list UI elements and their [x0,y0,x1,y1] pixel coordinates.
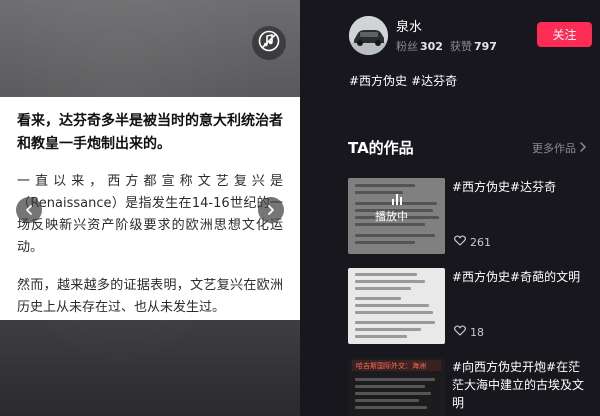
like-count: 18 [470,325,484,339]
thumbnail-caption: 哈吉斯国际外交：海洲 [356,362,426,370]
heart-icon [454,235,470,249]
work-thumbnail: 播放中 [348,178,445,254]
more-works-label: 更多作品 [532,142,576,155]
more-works-link[interactable]: 更多作品 [532,140,587,156]
document-paragraph: 一直以来，西方都宣称文艺复兴是（Renaissance）是指发生在14-16世纪… [17,174,283,255]
chevron-right-icon [576,141,587,155]
document-heading: 看来，达芬奇多半是被当时的意大利统治者和教皇一手炮制出来的。 [17,113,283,152]
speaker-muted-icon [258,30,280,56]
mute-button[interactable] [252,26,286,60]
fans-count: 302 [420,40,443,53]
work-title: #向西方伪史开炮#在茫茫大海中建立的古埃及文明 [452,360,585,410]
works-section-title: TA的作品 [348,139,414,157]
like-count: 261 [470,235,491,249]
follow-button[interactable]: 关注 [537,22,592,47]
work-title: #西方伪史#达芬奇 [452,180,557,194]
car-avatar-icon [349,16,388,55]
playing-bars-icon [392,194,402,205]
fans-label: 粉丝 [396,40,418,53]
work-item[interactable]: 播放中 #西方伪史#达芬奇 261 [348,178,592,254]
heart-icon [454,325,470,339]
chevron-left-icon [23,201,35,220]
likes-count: 797 [473,40,497,53]
work-title: #西方伪史#奇葩的文明 [452,270,581,284]
video-player[interactable]: 看来，达芬奇多半是被当时的意大利统治者和教皇一手炮制出来的。 一直以来，西方都宣… [0,0,300,416]
video-frame-document: 看来，达芬奇多半是被当时的意大利统治者和教皇一手炮制出来的。 一直以来，西方都宣… [0,97,300,320]
work-item[interactable]: #西方伪史#奇葩的文明 18 [348,268,592,344]
work-thumbnail [348,268,445,344]
work-item[interactable]: 哈吉斯国际外交：海洲 #向西方伪史开炮#在茫茫大海中建立的古埃及文明 [348,358,592,416]
playing-status: 播放中 [375,210,408,223]
likes-label: 获赞 [449,40,472,53]
hashtag[interactable]: #达芬奇 [411,74,457,88]
author-name[interactable]: 泉水 [396,16,422,35]
work-likes: 18 [454,325,484,339]
work-likes: 261 [454,235,491,249]
author-hashtags: #西方伪史 #达芬奇 [349,72,461,89]
avatar[interactable] [349,16,388,55]
work-thumbnail: 哈吉斯国际外交：海洲 [348,358,445,416]
document-paragraph: 然而，越来越多的证据表明，文艺复兴在欧洲历史上从未存在过、也从未发生过。 [17,278,283,315]
hashtag[interactable]: #西方伪史 [349,74,407,88]
previous-button[interactable] [16,197,42,223]
next-button[interactable] [258,197,284,223]
author-stats: 粉丝 302 获赞 797 [396,38,497,54]
chevron-right-icon [265,201,277,220]
